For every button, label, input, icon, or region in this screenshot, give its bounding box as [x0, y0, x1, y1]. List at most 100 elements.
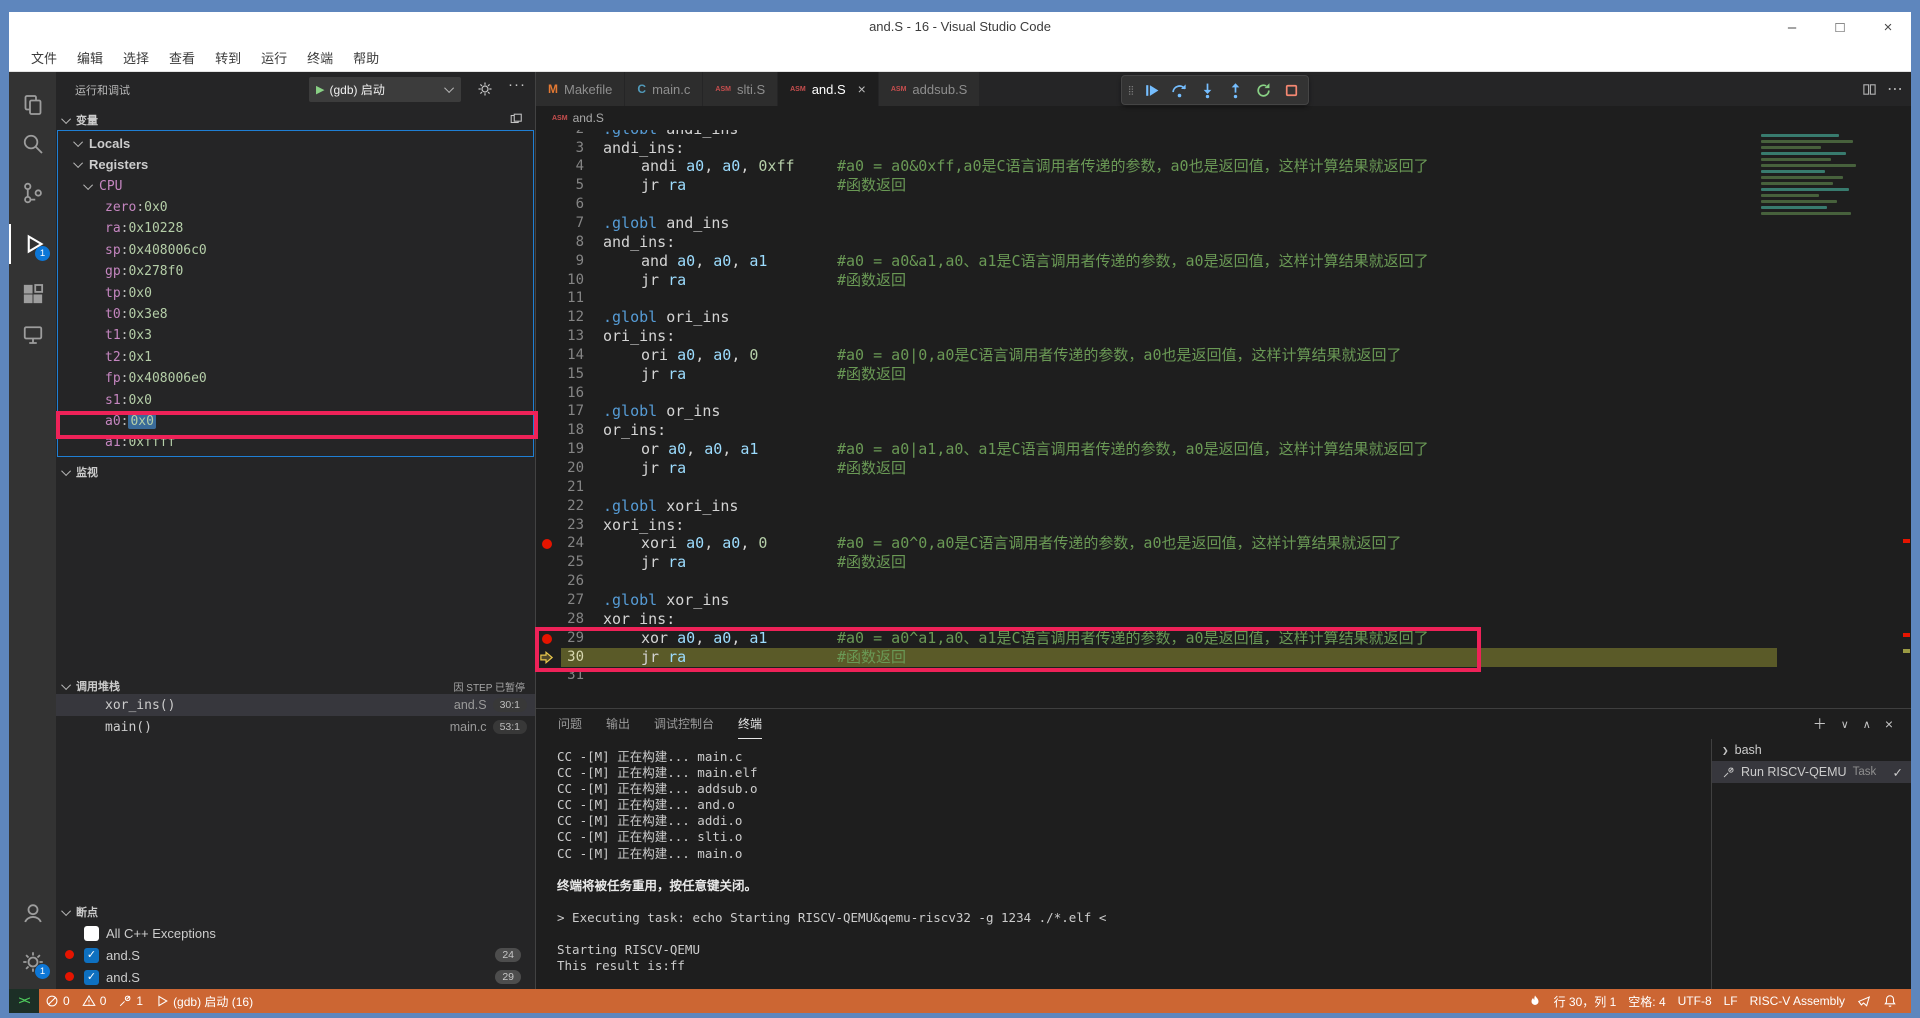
close-panel-icon[interactable]: ×	[1885, 716, 1893, 732]
menu-终端[interactable]: 终端	[297, 45, 343, 70]
register-tp[interactable]: tp: 0x0	[58, 283, 533, 304]
code-line-28[interactable]: 28xor_ins:	[536, 610, 1911, 629]
status-tools[interactable]: 1	[112, 989, 149, 1013]
code-line-29[interactable]: 29xor a0, a0, a1#a0 = a0^a1,a0、a1是C语言调用者…	[536, 629, 1911, 648]
breakpoints-section-header[interactable]: 断点	[56, 902, 535, 922]
status-flame[interactable]	[1522, 989, 1548, 1013]
breakpoint-item-2[interactable]: ✓and.S29	[56, 966, 535, 988]
step-into-button[interactable]	[1194, 77, 1220, 103]
code-line-9[interactable]: 9and a0, a0, a1#a0 = a0&a1,a0、a1是C语言调用者传…	[536, 252, 1911, 271]
menu-编辑[interactable]: 编辑	[67, 45, 113, 70]
code-line-11[interactable]: 11	[536, 289, 1911, 308]
activitybar-search[interactable]	[9, 124, 56, 164]
stack-frame-xor_ins[interactable]: xor_ins()and.S30:1	[56, 694, 535, 716]
code-line-3[interactable]: 3andi_ins:	[536, 139, 1911, 158]
tab-slti.S[interactable]: ASMslti.S	[703, 72, 778, 106]
terminal-picker-chevron-icon[interactable]: ∨	[1841, 718, 1849, 731]
maximize-button[interactable]: □	[1827, 15, 1853, 41]
breakpoint-item-1[interactable]: ✓and.S24	[56, 944, 535, 966]
register-a0[interactable]: a0: 0x0	[58, 411, 533, 432]
status-error[interactable]: 0	[39, 989, 76, 1013]
code-line-7[interactable]: 7.globl and_ins	[536, 214, 1911, 233]
minimize-button[interactable]: –	[1779, 15, 1805, 41]
tree-item-locals[interactable]: Locals	[58, 133, 533, 154]
tab-Makefile[interactable]: MMakefile	[536, 72, 625, 106]
stack-frame-main[interactable]: main()main.c53:1	[56, 716, 535, 738]
register-s1[interactable]: s1: 0x0	[58, 390, 533, 411]
continue-button[interactable]	[1138, 77, 1164, 103]
code-line-27[interactable]: 27.globl xor_ins	[536, 591, 1911, 610]
code-line-25[interactable]: 25jr ra#函数返回	[536, 553, 1911, 572]
code-line-19[interactable]: 19or a0, a0, a1#a0 = a0|a1,a0、a1是C语言调用者传…	[536, 440, 1911, 459]
register-ra[interactable]: ra: 0x10228	[58, 218, 533, 239]
breadcrumb[interactable]: ASM and.S	[536, 106, 1911, 130]
minimap[interactable]	[1759, 134, 1896, 334]
launch-config-dropdown[interactable]: ▶ (gdb) 启动	[309, 77, 461, 102]
register-t1[interactable]: t1: 0x3	[58, 325, 533, 346]
close-tab-icon[interactable]: ×	[858, 81, 866, 97]
menu-帮助[interactable]: 帮助	[343, 45, 389, 70]
code-line-31[interactable]: 31	[536, 666, 1911, 685]
status-warning[interactable]: 0	[76, 989, 113, 1013]
watch-section-header[interactable]: 监视	[56, 462, 535, 482]
code-line-16[interactable]: 16	[536, 384, 1911, 403]
register-t0[interactable]: t0: 0x3e8	[58, 304, 533, 325]
restart-button[interactable]	[1250, 77, 1276, 103]
gear-icon[interactable]	[477, 81, 493, 102]
more-actions-icon[interactable]: ···	[508, 76, 526, 93]
register-gp[interactable]: gp: 0x278f0	[58, 261, 533, 282]
breakpoint-dot[interactable]	[542, 539, 552, 549]
activitybar-remote-explorer[interactable]	[9, 314, 56, 354]
terminal-output[interactable]: CC -[M] 正在构建... main.cCC -[M] 正在构建... ma…	[557, 749, 1701, 989]
panel-tab-调试控制台[interactable]: 调试控制台	[654, 709, 714, 739]
activitybar-accounts[interactable]	[9, 893, 56, 933]
close-button[interactable]: ×	[1875, 15, 1901, 41]
register-zero[interactable]: zero: 0x0	[58, 197, 533, 218]
status-feedback[interactable]	[1851, 989, 1877, 1013]
status-RISC-V Assembly[interactable]: RISC-V Assembly	[1744, 989, 1851, 1013]
code-line-6[interactable]: 6	[536, 195, 1911, 214]
menu-运行[interactable]: 运行	[251, 45, 297, 70]
code-editor[interactable]: 2.globl andi_ins3andi_ins:4andi a0, a0, …	[536, 130, 1911, 708]
callstack-section-header[interactable]: 调用堆栈 因 STEP 已暂停	[56, 676, 535, 696]
status-UTF-8[interactable]: UTF-8	[1672, 989, 1718, 1013]
terminal-session-bash[interactable]: ❯bash	[1712, 739, 1911, 761]
maximize-panel-icon[interactable]: ∧	[1863, 718, 1871, 731]
code-line-17[interactable]: 17.globl or_ins	[536, 402, 1911, 421]
tree-item-registers[interactable]: Registers	[58, 154, 533, 175]
activitybar-source-control[interactable]	[9, 173, 56, 213]
panel-tab-输出[interactable]: 输出	[606, 709, 630, 739]
code-line-26[interactable]: 26	[536, 572, 1911, 591]
activitybar-settings[interactable]: 1	[9, 942, 56, 982]
tree-item-cpu[interactable]: CPU	[58, 176, 533, 197]
terminal-session-Run RISCV-QEMU[interactable]: Run RISCV-QEMUTask✓	[1712, 761, 1911, 783]
activitybar-extensions[interactable]	[9, 274, 56, 314]
panel-tab-终端[interactable]: 终端	[738, 709, 762, 739]
breakpoint-dot[interactable]	[542, 634, 552, 644]
step-out-button[interactable]	[1222, 77, 1248, 103]
register-a1[interactable]: a1: 0xffff	[58, 432, 533, 453]
code-line-8[interactable]: 8and_ins:	[536, 233, 1911, 252]
code-line-23[interactable]: 23xori_ins:	[536, 516, 1911, 535]
variables-section-header[interactable]: 变量	[56, 110, 535, 130]
new-terminal-icon[interactable]: ＋	[1813, 714, 1827, 734]
code-line-18[interactable]: 18or_ins:	[536, 421, 1911, 440]
code-line-4[interactable]: 4andi a0, a0, 0xff#a0 = a0&0xff,a0是C语言调用…	[536, 157, 1911, 176]
tab-addsub.S[interactable]: ASMaddsub.S	[879, 72, 981, 106]
code-line-14[interactable]: 14ori a0, a0, 0#a0 = a0|0,a0是C语言调用者传递的参数…	[536, 346, 1911, 365]
panes-icon[interactable]	[509, 112, 523, 129]
code-line-2[interactable]: 2.globl andi_ins	[536, 130, 1911, 139]
status-bell[interactable]	[1877, 989, 1903, 1013]
code-line-22[interactable]: 22.globl xori_ins	[536, 497, 1911, 516]
tab-and.S[interactable]: ASMand.S×	[778, 72, 879, 106]
panel-tab-问题[interactable]: 问题	[558, 709, 582, 739]
code-line-21[interactable]: 21	[536, 478, 1911, 497]
code-line-10[interactable]: 10jr ra#函数返回	[536, 271, 1911, 290]
menu-选择[interactable]: 选择	[113, 45, 159, 70]
drag-handle[interactable]: ⣿	[1126, 88, 1136, 93]
status-行 30，列 1[interactable]: 行 30，列 1	[1548, 989, 1623, 1013]
status-空格: 4[interactable]: 空格: 4	[1622, 989, 1671, 1013]
activitybar-explorer[interactable]	[9, 85, 56, 125]
menu-文件[interactable]: 文件	[21, 45, 67, 70]
more-actions-icon[interactable]: ⋯	[1887, 79, 1903, 99]
